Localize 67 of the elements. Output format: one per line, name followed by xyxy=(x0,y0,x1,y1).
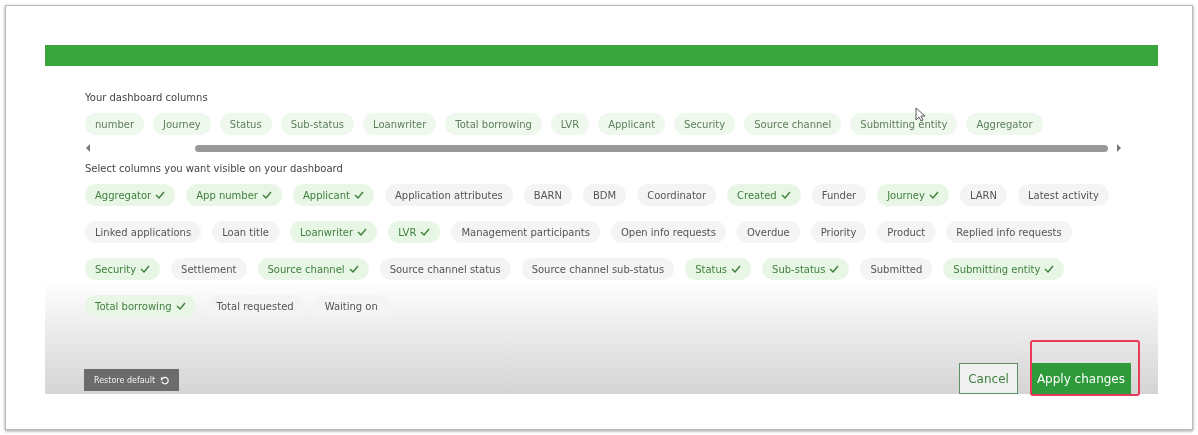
section-label: Your dashboard columns xyxy=(85,92,209,103)
restore-default-button[interactable]: Restore default xyxy=(84,369,180,391)
column-chip[interactable]: Applicant xyxy=(598,113,666,135)
column-chip[interactable]: Loanwriter xyxy=(363,113,437,135)
column-chip[interactable]: Open info requests xyxy=(610,221,726,243)
scrollbar-thumb[interactable] xyxy=(195,144,1108,152)
column-chip[interactable]: Product xyxy=(877,221,936,243)
undo-icon xyxy=(160,375,170,385)
check-icon xyxy=(780,191,791,199)
check-icon xyxy=(1044,265,1055,273)
check-icon xyxy=(140,265,151,273)
column-chip[interactable]: Application attributes xyxy=(384,184,513,206)
column-chip[interactable]: Management participants xyxy=(451,221,600,243)
check-icon xyxy=(928,191,939,199)
column-chip[interactable]: Submitting entity xyxy=(850,113,958,135)
column-chip[interactable]: Linked applications xyxy=(85,221,202,243)
column-chip[interactable]: Applicant xyxy=(292,184,374,206)
check-icon xyxy=(731,265,742,273)
column-chip[interactable]: Loanwriter xyxy=(289,221,378,243)
scroll-left-icon[interactable] xyxy=(85,144,91,152)
column-chip[interactable]: Latest activity xyxy=(1018,184,1109,206)
column-chip[interactable]: Status xyxy=(685,258,752,280)
column-chip[interactable]: Security xyxy=(674,113,736,135)
column-chip[interactable]: Settlement xyxy=(171,258,247,280)
column-chip[interactable]: LVR xyxy=(388,221,441,243)
column-chip[interactable]: Journey xyxy=(153,113,211,135)
column-chip[interactable]: Submitted xyxy=(860,258,933,280)
check-icon xyxy=(357,228,368,236)
column-chip[interactable]: Source channel sub-status xyxy=(521,258,675,280)
apply-changes-button[interactable]: Apply changes xyxy=(1030,363,1131,394)
column-chip[interactable]: App number xyxy=(186,184,282,206)
check-icon xyxy=(261,191,272,199)
column-chip[interactable]: LARN xyxy=(959,184,1007,206)
column-chip[interactable]: Sub-status xyxy=(280,113,355,135)
column-chip[interactable]: Source channel xyxy=(257,258,369,280)
column-chip[interactable]: BDM xyxy=(583,184,627,206)
check-icon xyxy=(829,265,840,273)
column-chip[interactable]: Replied info requests xyxy=(946,221,1072,243)
column-chip[interactable]: Submitting entity xyxy=(943,258,1065,280)
column-chip[interactable]: Aggregator xyxy=(85,184,176,206)
column-chip[interactable]: number xyxy=(85,113,145,135)
column-chip[interactable]: Total borrowing xyxy=(85,295,196,317)
column-chip[interactable]: BARN xyxy=(523,184,572,206)
check-icon xyxy=(353,191,364,199)
check-icon xyxy=(175,302,186,310)
section-label: Select columns you want visible on your dashboard xyxy=(85,163,344,174)
column-chip[interactable]: Priority xyxy=(810,221,867,243)
column-chip[interactable]: Status xyxy=(219,113,272,135)
check-icon xyxy=(348,265,359,273)
column-chip[interactable]: Funder xyxy=(811,184,867,206)
column-chip[interactable]: Source channel status xyxy=(379,258,511,280)
column-chip[interactable]: LVR xyxy=(550,113,590,135)
column-chip[interactable]: Journey xyxy=(877,184,949,206)
mouse-cursor-icon xyxy=(915,107,925,122)
scroll-right-icon[interactable] xyxy=(1116,144,1122,152)
column-chip[interactable]: Total borrowing xyxy=(445,113,542,135)
cancel-button[interactable]: Cancel xyxy=(959,363,1018,394)
column-chip[interactable]: Sub-status xyxy=(762,258,850,280)
column-chip[interactable]: Created xyxy=(727,184,801,206)
column-chip[interactable]: Source channel xyxy=(744,113,842,135)
column-chip[interactable]: Coordinator xyxy=(637,184,717,206)
column-chip[interactable]: Loan title xyxy=(212,221,279,243)
column-chip[interactable]: Overdue xyxy=(737,221,800,243)
check-icon xyxy=(420,228,431,236)
column-chip[interactable]: Aggregator xyxy=(966,113,1043,135)
column-chip[interactable]: Security xyxy=(85,258,161,280)
check-icon xyxy=(155,191,166,199)
